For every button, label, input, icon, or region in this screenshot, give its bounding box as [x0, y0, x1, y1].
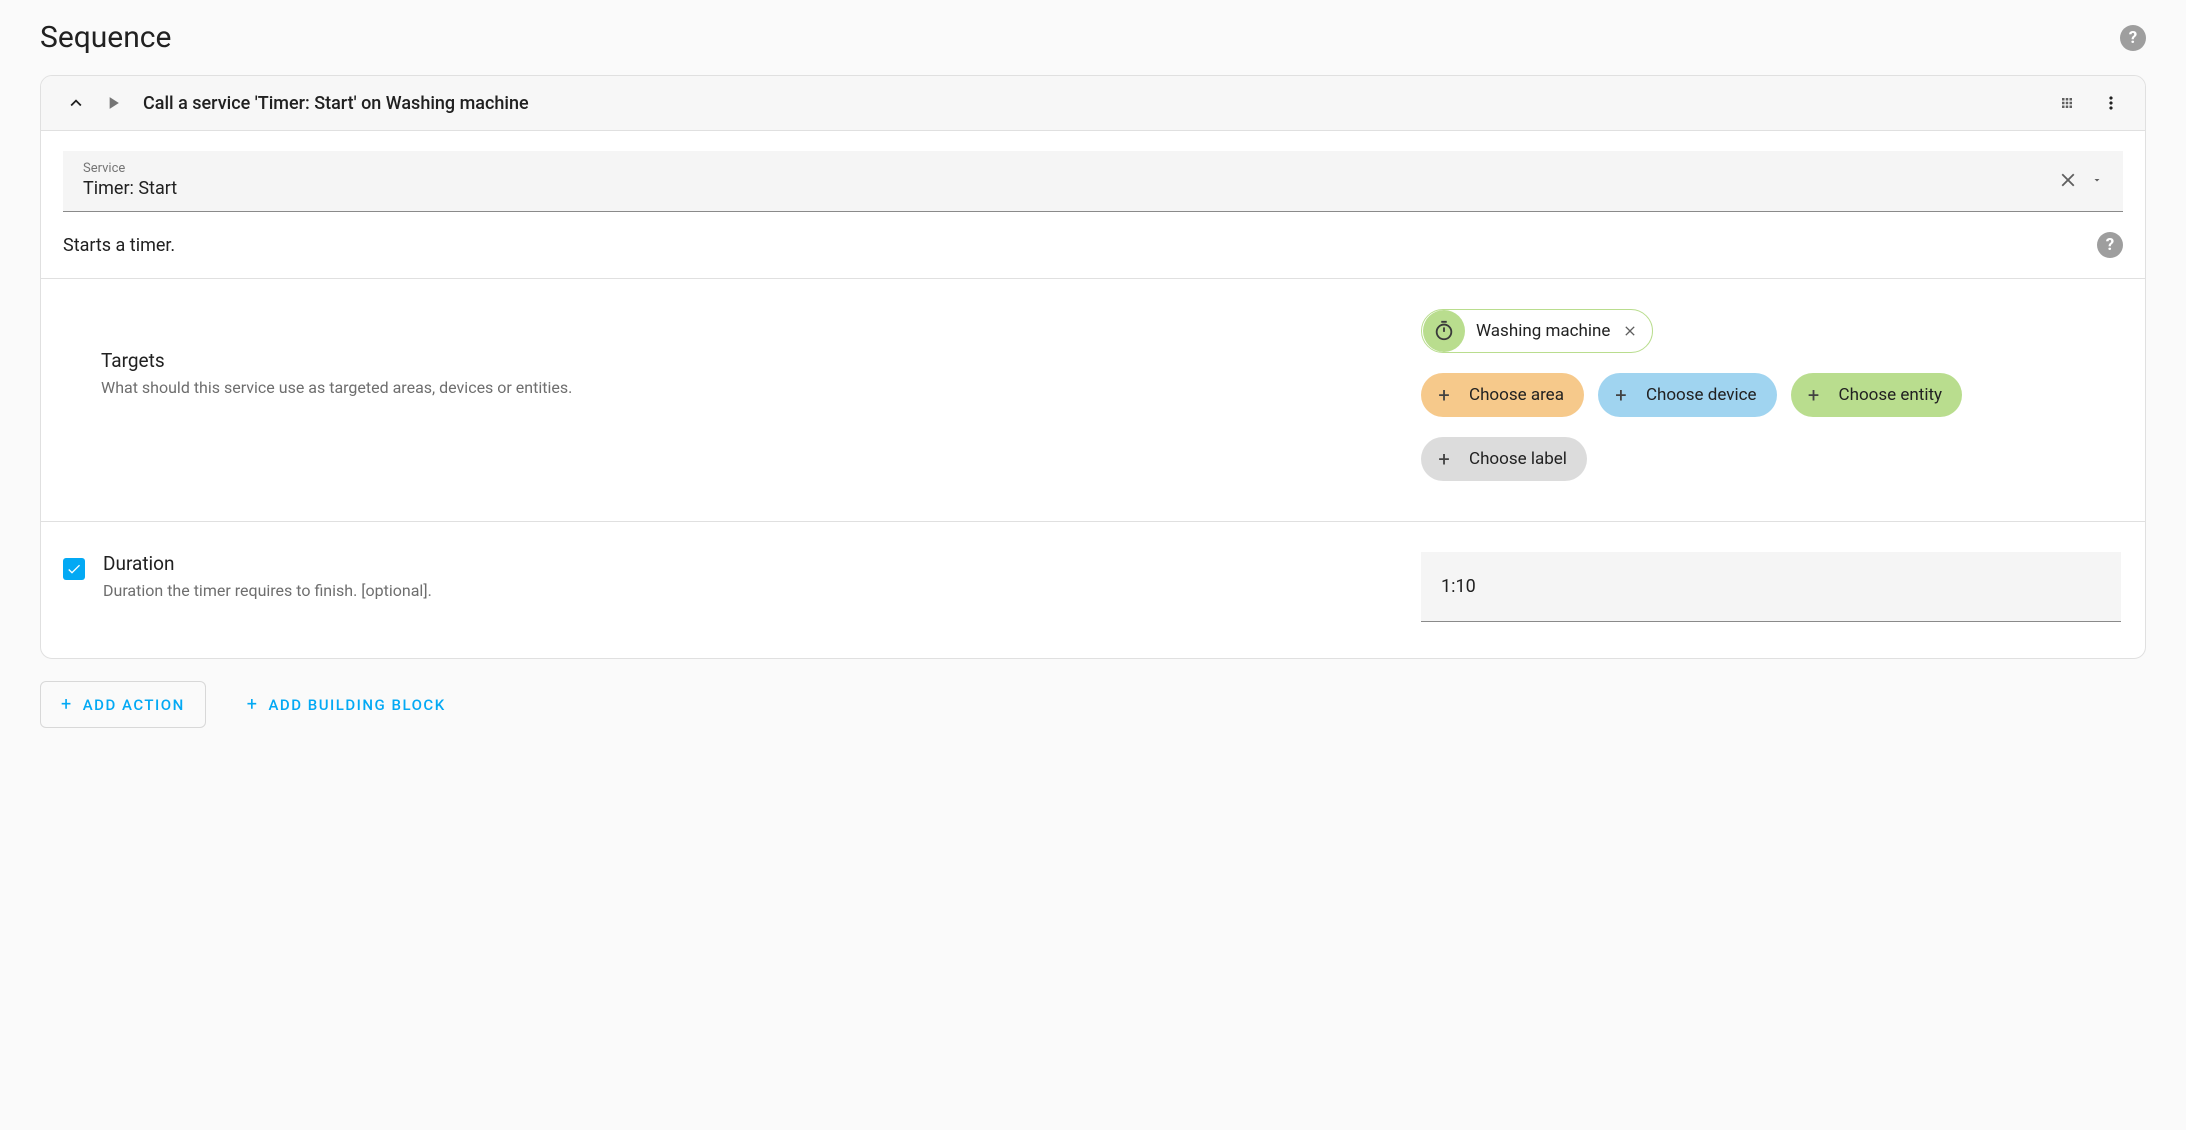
duration-checkbox[interactable] — [63, 558, 85, 580]
plus-icon: + — [1608, 383, 1634, 407]
target-chip[interactable]: Washing machine — [1421, 309, 1653, 353]
duration-subheading: Duration the timer requires to finish. [… — [103, 581, 1401, 600]
choose-device-button[interactable]: + Choose device — [1598, 373, 1777, 417]
clear-service-icon[interactable] — [2057, 169, 2079, 191]
plus-icon: + — [61, 694, 73, 715]
choose-area-label: Choose area — [1469, 385, 1564, 405]
add-action-button[interactable]: + Add Action — [40, 681, 206, 728]
collapse-icon[interactable] — [65, 92, 87, 114]
add-action-label: Add Action — [83, 696, 185, 714]
plus-icon: + — [1801, 383, 1827, 407]
choose-entity-button[interactable]: + Choose entity — [1791, 373, 1963, 417]
drag-handle-icon[interactable] — [2057, 93, 2077, 113]
duration-input[interactable] — [1421, 552, 2121, 622]
more-options-icon[interactable] — [2101, 93, 2121, 113]
remove-target-icon[interactable] — [1622, 323, 1652, 339]
run-icon[interactable] — [103, 93, 123, 113]
plus-icon: + — [1431, 447, 1457, 471]
service-label: Service — [83, 161, 2057, 176]
choose-label-button[interactable]: + Choose label — [1421, 437, 1587, 481]
service-selector[interactable]: Service Timer: Start — [63, 151, 2123, 212]
plus-icon: + — [247, 694, 259, 715]
choose-entity-label: Choose entity — [1839, 385, 1943, 405]
duration-heading: Duration — [103, 552, 1401, 575]
add-building-block-button[interactable]: + Add Building Block — [226, 681, 467, 728]
target-chip-label: Washing machine — [1466, 321, 1622, 341]
service-description: Starts a timer. — [63, 235, 175, 256]
help-icon[interactable]: ? — [2120, 25, 2146, 51]
choose-label-label: Choose label — [1469, 449, 1567, 469]
description-help-icon[interactable]: ? — [2097, 232, 2123, 258]
choose-area-button[interactable]: + Choose area — [1421, 373, 1584, 417]
plus-icon: + — [1431, 383, 1457, 407]
timer-icon — [1423, 310, 1465, 352]
page-title: Sequence — [40, 20, 171, 55]
card-header: Call a service 'Timer: Start' on Washing… — [41, 76, 2145, 131]
dropdown-icon[interactable] — [2091, 174, 2103, 186]
service-value: Timer: Start — [83, 178, 2057, 199]
action-card: Call a service 'Timer: Start' on Washing… — [40, 75, 2146, 659]
targets-heading: Targets — [101, 349, 1401, 372]
add-building-block-label: Add Building Block — [268, 696, 445, 714]
card-title: Call a service 'Timer: Start' on Washing… — [143, 93, 2057, 114]
choose-device-label: Choose device — [1646, 385, 1757, 405]
targets-subheading: What should this service use as targeted… — [101, 378, 1401, 397]
